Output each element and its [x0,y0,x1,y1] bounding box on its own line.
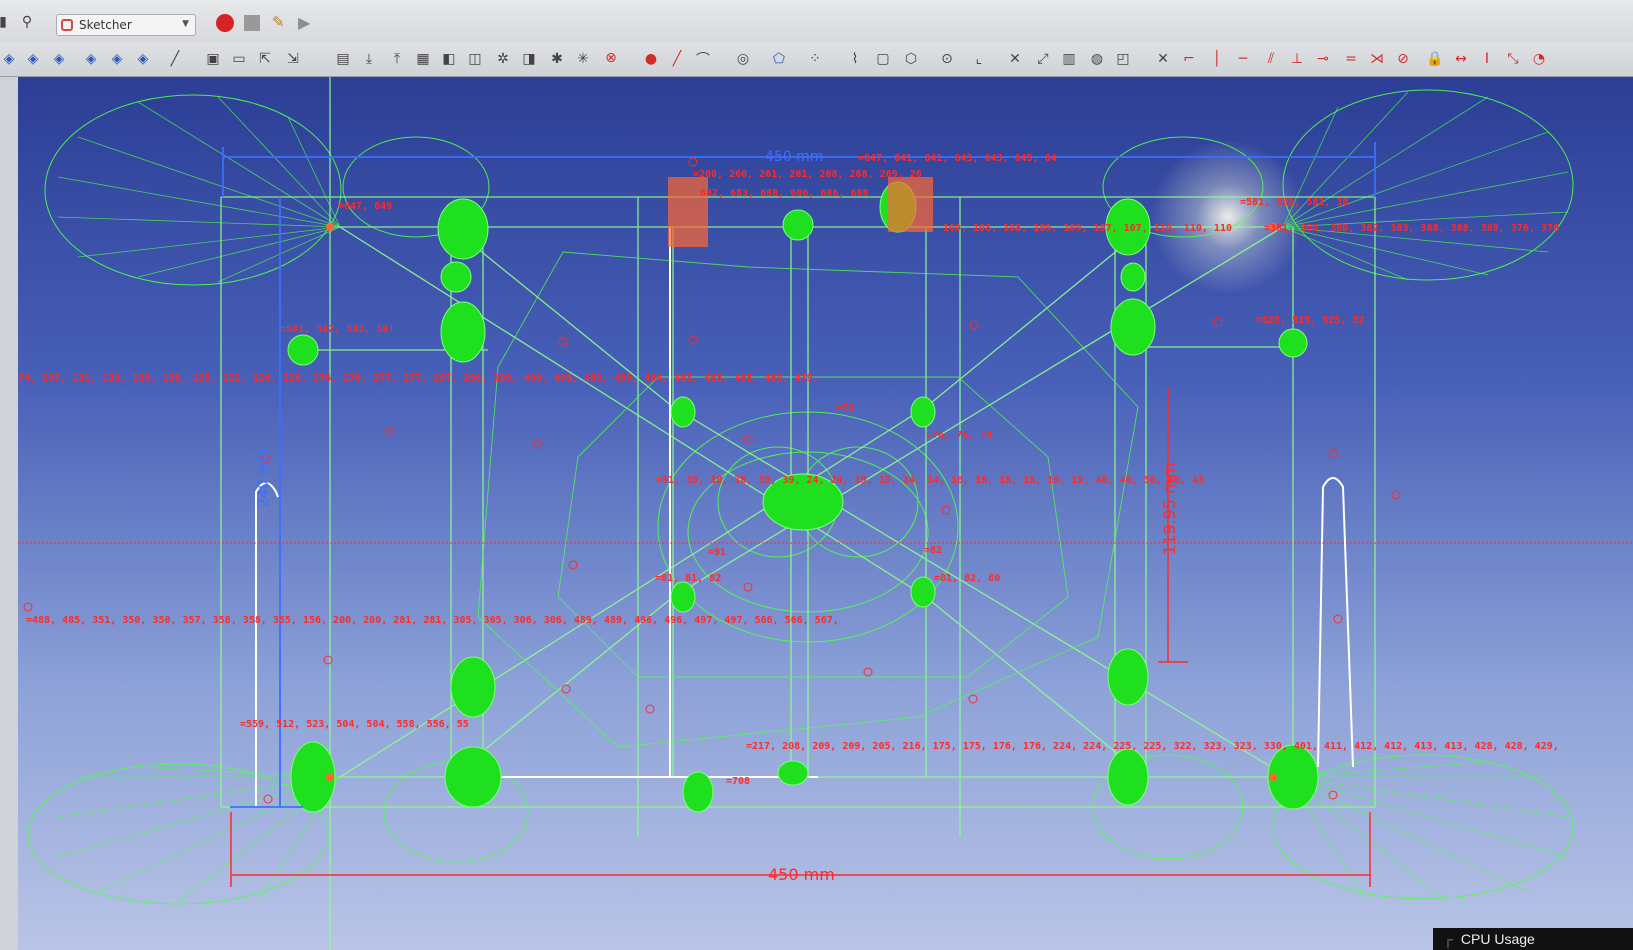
view-rear-icon[interactable]: ◈ [134,50,152,68]
constraint-label: =708 [726,776,751,787]
constrain-symmetric-icon[interactable]: ⋊ [1368,50,1386,68]
constraint-label: =581, 582, 582, 30 [1240,197,1349,208]
view-fit-icon[interactable]: ◈ [0,50,18,68]
leave-sketch-icon[interactable]: ⤒ [388,50,406,68]
new-sketch-icon[interactable]: ▤ [334,50,352,68]
toolbar-sketcher: ◈ ◈ ◈ ◈ ◈ ◈ ╱ ▣ ▭ ⇱ ⇲ ▤ ⤓ ⤒ ▦ ◧ ◫ ✲ ◨ ✱ … [0,42,1633,77]
constrain-lock-icon[interactable]: 🔒 [1426,50,1444,68]
link-make-icon[interactable]: ⇲ [284,50,302,68]
constraint-label: =91, 39, 38, 38, 39, 39, 24, 24, 19, 19,… [656,475,1204,486]
constraint-label: =581, 582, 582, 58! [280,324,395,335]
polygon-icon[interactable]: ⬡ [902,50,920,68]
workbench-label: Sketcher [79,18,132,32]
fillet-icon[interactable]: ⌞ [970,50,988,68]
dimension-bottom-width[interactable]: 450 mm [768,865,835,884]
external-geometry-icon[interactable]: ▥ [1060,50,1078,68]
sketcher-icon [61,19,73,31]
part-icon[interactable]: ▣ [204,50,222,68]
rectangle-icon[interactable]: ▢ [874,50,892,68]
merge-sketch-icon[interactable]: ✲ [494,50,512,68]
left-panel-edge[interactable] [0,77,19,950]
sketch-viewport[interactable]: 450 mm 450 mm 240 mm 119.95 mm =647, 641… [18,77,1633,950]
constraint-label: =647, 641, 641, 643, 643, 645, 64 [858,153,1057,164]
line-icon[interactable]: ╱ [668,50,686,68]
view-section-icon[interactable]: ✱ [548,50,566,68]
sketch-geometry[interactable] [18,77,1633,950]
slot-icon[interactable]: ⊙ [938,50,956,68]
polyline-icon[interactable]: ⌇ [846,50,864,68]
constraint-label: =217, 208, 209, 209, 205, 216, 175, 175,… [746,741,1559,752]
constrain-point-on-object-icon[interactable]: ⌐ [1180,50,1198,68]
dimension-top-width[interactable]: 450 mm [765,149,823,165]
map-sketch-icon[interactable]: ▦ [414,50,432,68]
measure-icon[interactable]: ╱ [166,50,184,68]
constrain-parallel-icon[interactable]: ⫽ [1262,50,1280,68]
trim-icon[interactable]: ✕ [1006,50,1024,68]
constraint-label: =81, 82, 80 [934,573,1001,584]
constrain-distance-icon[interactable]: ⤡ [1504,50,1522,68]
extend-icon[interactable]: ⤢ [1034,50,1052,68]
whats-this-icon[interactable]: ⚲ [18,13,36,31]
reorient-sketch-icon[interactable]: ◧ [440,50,458,68]
close-sketch-icon[interactable]: ⊗ [602,49,620,67]
constrain-tangent-icon[interactable]: ⊸ [1314,50,1332,68]
constraint-label: =91 [708,547,727,558]
constrain-block-icon[interactable]: ⊘ [1394,50,1412,68]
edit-sketch-icon[interactable]: ⤓ [360,50,378,68]
constraint-label: =82 [924,545,943,556]
dimension-left-height[interactable]: 240 mm [256,449,272,507]
constraint-label: =647, 649 [338,201,393,212]
chevron-down-icon: ▼ [182,19,189,29]
cpu-usage-label: CPU Usage [1460,931,1535,947]
constrain-vertical-distance-icon[interactable]: I [1478,50,1496,68]
constraint-label: =73 [836,403,855,414]
conic-icon[interactable]: ⬠ [770,50,788,68]
constrain-horizontal-icon[interactable]: ─ [1234,50,1252,68]
view-sketch-icon[interactable]: ✳ [574,50,592,68]
view-top-icon[interactable]: ◈ [82,50,100,68]
toolbar-top: ▮ ⚲ Sketcher ▼ ✎ ▶ [0,0,1633,43]
constrain-coincident-icon[interactable]: ✕ [1154,50,1172,68]
constraint-label: =81, 81, 82 [655,573,722,584]
workbench-selector[interactable]: Sketcher ▼ [56,14,196,36]
constraint-label: =488, 485, 351, 350, 350, 357, 358, 358,… [26,615,839,626]
arc-icon[interactable]: ⌒ [694,50,712,68]
carbon-copy-icon[interactable]: ◍ [1088,50,1106,68]
bracket-icon: ┌ [1443,931,1453,947]
record-macro-button[interactable] [216,14,234,32]
bspline-icon[interactable]: ⁘ [806,50,824,68]
view-iso-icon[interactable]: ◈ [24,50,42,68]
link-icon[interactable]: ⇱ [256,50,274,68]
constrain-equal-icon[interactable]: = [1342,50,1360,68]
cpu-usage-widget: ┌ CPU Usage [1433,928,1633,950]
point-icon[interactable]: ● [642,50,660,68]
construction-mode-icon[interactable]: ◰ [1114,50,1132,68]
view-front-icon[interactable]: ◈ [50,50,68,68]
circle-icon[interactable]: ◎ [734,50,752,68]
stop-macro-button[interactable] [244,15,260,31]
macro-editor-icon[interactable]: ✎ [272,13,290,31]
constraint-label: 100, 108, 108, 109, 109, 107, 107, 110, … [943,223,1232,234]
mirror-sketch-icon[interactable]: ◨ [520,50,538,68]
execute-macro-icon[interactable]: ▶ [298,13,310,32]
constraint-label: =76, 76, 78 [926,430,993,441]
folder-icon[interactable]: ▭ [230,50,248,68]
fan-ellipse-top-left [44,94,342,286]
constraint-label: =361, 360, 360, 362, 363, 368, 368, 369,… [1264,223,1560,234]
constraint-label: =260, 260, 261, 261, 268, 268, 269, 26 [693,169,922,180]
fan-ellipse-top-right [1282,89,1574,281]
constraint-label: 74, 297, 131, 133, 138, 138, 125, 122, 1… [18,373,819,384]
constrain-vertical-icon[interactable]: │ [1208,50,1226,68]
sketch-icon[interactable]: ▮ [0,13,12,31]
validate-sketch-icon[interactable]: ◫ [466,50,484,68]
constrain-perpendicular-icon[interactable]: ⊥ [1288,50,1306,68]
constraint-label: 682, 683, 688, 686, 686, 688 [700,188,869,199]
constraint-label: =559, 512, 523, 504, 504, 558, 556, 55 [240,719,469,730]
view-right-icon[interactable]: ◈ [108,50,126,68]
constrain-radius-icon[interactable]: ◔ [1530,50,1548,68]
constraint-label: =526, 525, 525, 52 [1256,315,1365,326]
constrain-horizontal-distance-icon[interactable]: ↔ [1452,50,1470,68]
